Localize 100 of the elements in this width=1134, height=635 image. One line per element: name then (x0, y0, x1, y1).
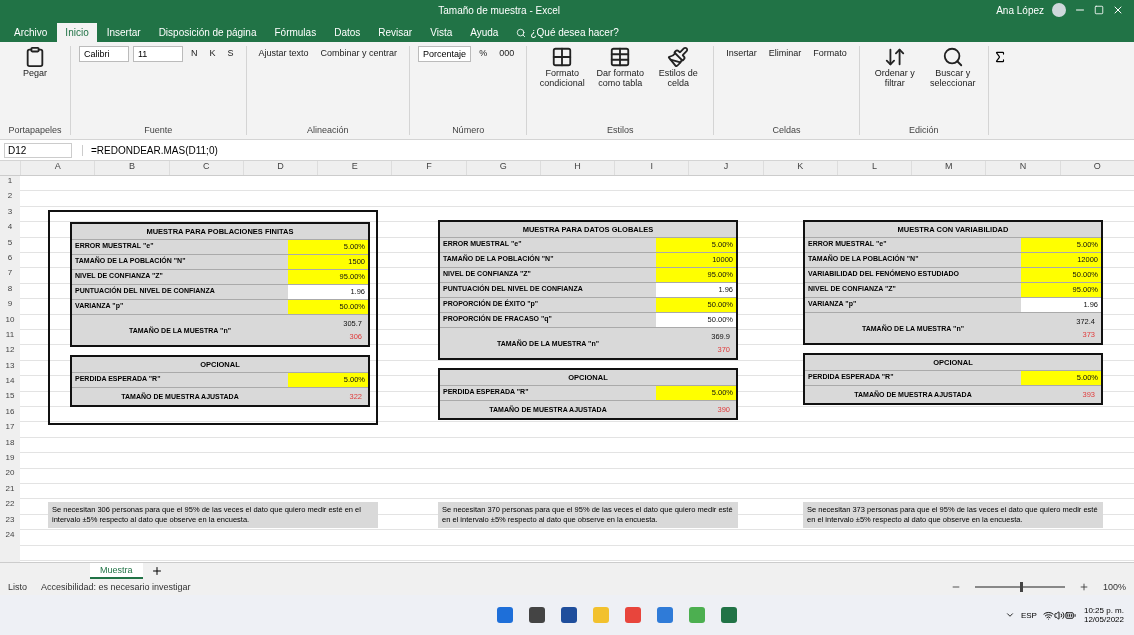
row-header[interactable]: 19 (0, 453, 20, 469)
app-icon[interactable] (528, 606, 547, 624)
ribbon-button[interactable]: S (223, 46, 238, 60)
column-header[interactable]: I (614, 161, 689, 175)
tell-me-field[interactable]: ¿Qué desea hacer? (508, 23, 627, 42)
column-header[interactable]: M (911, 161, 986, 175)
ribbon-button[interactable]: Formato (809, 46, 851, 60)
group-label: Número (451, 125, 486, 135)
column-header[interactable]: H (539, 161, 615, 175)
row-header[interactable]: 11 (0, 329, 20, 346)
column-header[interactable]: G (465, 161, 540, 175)
row-header[interactable]: 5 (0, 237, 20, 253)
name-box[interactable]: D12 (4, 142, 72, 158)
app-icon[interactable] (656, 606, 675, 624)
ribbon-button[interactable]: Ajustar texto (254, 46, 313, 60)
ribbon-button[interactable]: Combinar y centrar (316, 46, 402, 60)
formula-field[interactable]: =REDONDEAR.MAS(D11;0) (82, 144, 1130, 156)
row-header[interactable]: 12 (0, 345, 20, 361)
row-header[interactable]: 22 (0, 499, 20, 515)
close-icon[interactable] (1112, 4, 1124, 16)
row-header[interactable]: 21 (0, 483, 20, 500)
ribbon-tab[interactable]: Ayuda (462, 23, 507, 42)
app-icon[interactable] (720, 606, 739, 624)
ribbon-dropdown[interactable]: 11 (133, 46, 183, 62)
row-header[interactable]: 9 (0, 299, 20, 315)
status-mode: Listo (8, 582, 27, 592)
row-header[interactable]: 15 (0, 391, 20, 407)
ribbon-tab[interactable]: Vista (422, 23, 461, 42)
column-header[interactable]: F (391, 161, 466, 175)
column-header[interactable]: E (317, 161, 392, 175)
avatar-icon[interactable] (1052, 3, 1066, 17)
ribbon-dropdown[interactable]: Calibri (79, 46, 129, 62)
column-header[interactable]: L (836, 161, 912, 175)
sort-icon (883, 46, 906, 68)
ribbon-button[interactable]: N (187, 46, 202, 60)
ribbon-button[interactable]: Insertar (722, 46, 761, 60)
row-header[interactable]: 18 (0, 437, 20, 454)
ribbon-button[interactable]: Formato condicional (535, 46, 590, 88)
ribbon-dropdown[interactable]: Porcentaje (418, 46, 472, 62)
user-name: Ana López (996, 4, 1044, 16)
ribbon-tab[interactable]: Insertar (98, 23, 149, 42)
zoom-in-icon[interactable] (1078, 582, 1089, 592)
paintbrush-icon (667, 46, 690, 68)
app-icon[interactable] (560, 606, 579, 624)
volume-icon[interactable] (1053, 609, 1065, 621)
row-header[interactable]: 14 (0, 376, 20, 392)
wifi-icon[interactable] (1042, 609, 1054, 621)
row-header[interactable]: 23 (0, 514, 20, 530)
ribbon-button[interactable]: 000 (495, 46, 519, 60)
zoom-thumb[interactable] (1019, 582, 1023, 592)
ribbon-tab[interactable]: Datos (326, 23, 369, 42)
row-header[interactable]: 13 (0, 360, 20, 377)
column-header[interactable]: O (1059, 161, 1134, 175)
sheet-tab[interactable]: Muestra (90, 563, 143, 579)
ribbon-button[interactable]: Buscar y seleccionar (925, 46, 980, 88)
ribbon-button[interactable]: Estilos de celda (651, 46, 706, 88)
row-header[interactable]: 2 (0, 191, 20, 207)
zoom-level: 100% (1102, 582, 1126, 592)
column-header[interactable]: B (94, 161, 169, 175)
ribbon-tab[interactable]: Archivo (6, 23, 56, 42)
ribbon-tab[interactable]: Inicio (57, 23, 97, 42)
ribbon-button[interactable]: Pegar (8, 46, 62, 78)
row-header[interactable]: 24 (0, 530, 20, 546)
ribbon-button[interactable]: Ordenar y filtrar (867, 46, 922, 88)
row-header[interactable]: 4 (0, 222, 20, 238)
row-header[interactable]: 1 (0, 176, 20, 192)
app-icon[interactable] (496, 606, 515, 624)
battery-icon[interactable] (1064, 609, 1076, 621)
ribbon-tab[interactable]: Disposición de página (150, 23, 265, 42)
grid-icon (551, 46, 574, 68)
ribbon-button[interactable]: Eliminar (764, 46, 806, 60)
language-indicator[interactable]: ESP (1020, 610, 1037, 620)
column-header[interactable]: D (242, 161, 318, 175)
table-icon (609, 46, 632, 68)
column-header[interactable]: J (688, 161, 763, 175)
clock[interactable]: 10:25 p. m. 12/05/2022 (1083, 606, 1124, 624)
group-label: Portapapeles (8, 125, 62, 135)
row-header[interactable]: 6 (0, 252, 20, 269)
column-header[interactable]: C (168, 161, 243, 175)
row-header[interactable]: 7 (0, 268, 20, 284)
ribbon-tab[interactable]: Revisar (370, 23, 421, 42)
group-label: Fuente (143, 125, 174, 135)
column-header[interactable]: A (20, 161, 95, 175)
maximize-icon[interactable] (1094, 5, 1104, 15)
ribbon-tab[interactable]: Fórmulas (266, 23, 325, 42)
ribbon-button[interactable]: Dar formato como tabla (593, 46, 648, 88)
group-label: Edición (907, 125, 940, 135)
accessibility-status[interactable]: Accesibilidad: es necesario investigar (41, 582, 191, 592)
row-header[interactable]: 20 (0, 468, 20, 484)
column-header[interactable]: N (985, 161, 1060, 175)
row-header[interactable]: 10 (0, 314, 20, 330)
row-header[interactable]: 8 (0, 283, 20, 300)
group-label: Alineación (306, 125, 350, 135)
add-sheet-icon[interactable] (150, 565, 163, 577)
column-header[interactable]: K (762, 161, 837, 175)
ribbon-button[interactable]: % (475, 46, 492, 60)
row-header[interactable]: 17 (0, 422, 20, 438)
ribbon-button[interactable]: K (205, 46, 220, 60)
row-header[interactable]: 16 (0, 406, 20, 423)
row-header[interactable]: 3 (0, 206, 20, 223)
